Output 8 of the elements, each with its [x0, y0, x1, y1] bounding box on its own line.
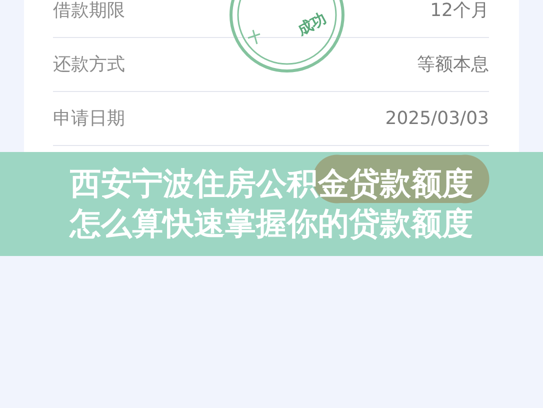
stamp-text: 成功 — [294, 8, 330, 39]
detail-value: 2025/03/03 — [385, 110, 489, 128]
detail-label: 申请日期 — [53, 110, 125, 128]
banner-title: 怎么算快速掌握你的贷款额度 — [70, 205, 473, 244]
detail-label: 还款方式 — [53, 56, 125, 74]
detail-value: 等额本息 — [417, 56, 489, 74]
detail-value: 12个月 — [430, 2, 489, 20]
detail-label: 借款期限 — [53, 2, 125, 20]
